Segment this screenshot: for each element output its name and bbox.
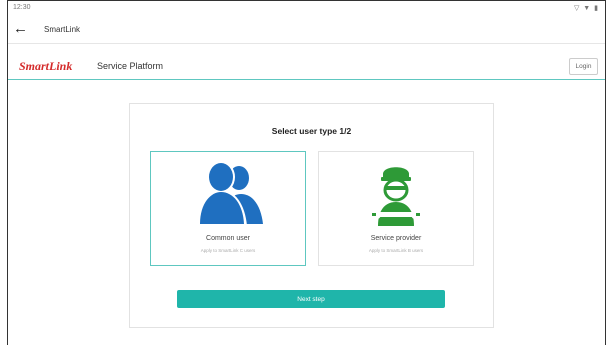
back-arrow-icon[interactable]: ← — [13, 21, 28, 36]
next-step-button[interactable]: Next step — [177, 290, 445, 308]
status-indicators: ▽ ▼ ▮ — [573, 5, 599, 12]
panel-title: Select user type 1/2 — [271, 126, 352, 136]
common-user-card[interactable]: Common user Apply to SmartLink C users — [150, 151, 306, 266]
service-provider-sub: Apply to SmartLink B users — [368, 248, 424, 253]
service-provider-card[interactable]: Service provider Apply to SmartLink B us… — [318, 151, 474, 266]
service-provider-label: Service provider — [370, 235, 422, 242]
login-button[interactable]: Login — [569, 58, 598, 75]
common-user-sub: Apply to SmartLink C users — [200, 248, 256, 253]
brand-logo: SmartLink — [19, 59, 73, 73]
status-bar: 12:30 ▽ ▼ ▮ — [8, 1, 605, 15]
user-type-panel: Select user type 1/2 Common user Apply t… — [129, 103, 494, 328]
device-frame: 12:30 ▽ ▼ ▮ ← SmartLink SmartLink Servic… — [7, 0, 606, 345]
brand-subtitle: Service Platform — [97, 61, 164, 71]
app-title: SmartLink — [44, 25, 81, 34]
users-icon — [151, 160, 305, 230]
common-user-label: Common user — [206, 235, 250, 242]
app-bar: ← SmartLink — [8, 17, 605, 44]
status-time: 12:30 — [13, 4, 31, 11]
mechanic-icon — [319, 160, 473, 230]
page-header: SmartLink Service Platform Login — [8, 51, 605, 80]
